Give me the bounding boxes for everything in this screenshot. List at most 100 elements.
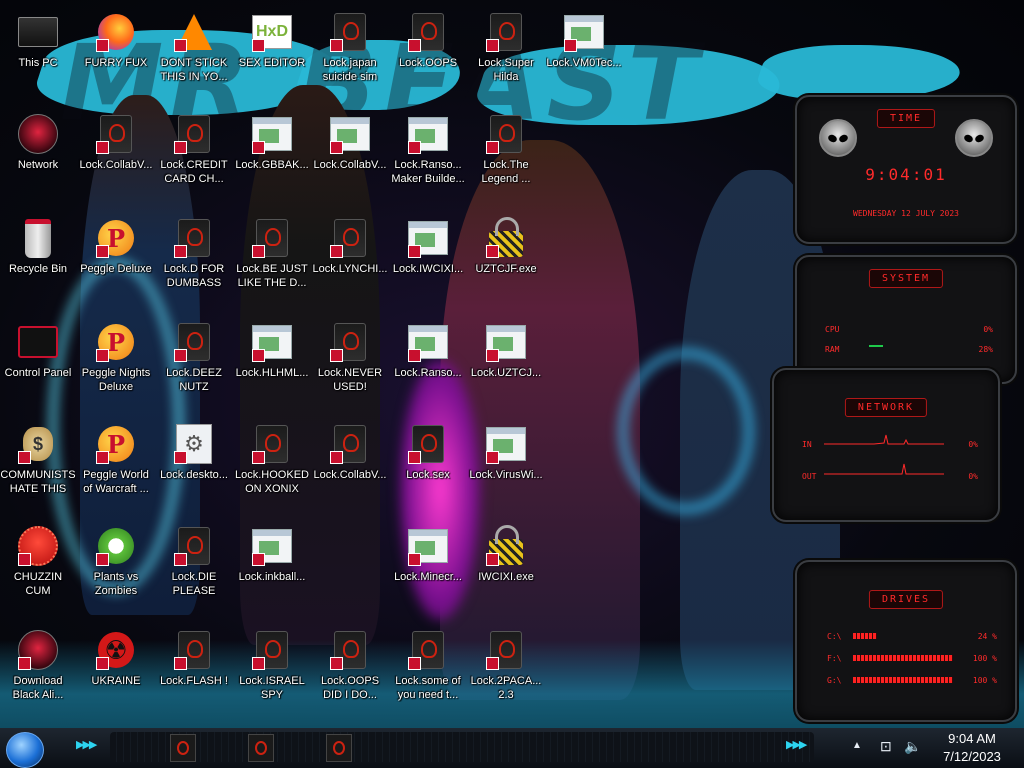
- desktop-icon[interactable]: Lock.NEVER USED!: [312, 314, 388, 414]
- shortcut-arrow-icon: [174, 451, 187, 464]
- desktop-icon[interactable]: ☢ UKRAINE: [78, 622, 154, 722]
- desktop-icon[interactable]: Lock.DIE PLEASE: [156, 518, 232, 618]
- shortcut-arrow-icon: [252, 349, 265, 362]
- desktop-icon[interactable]: Lock.The Legend ...: [468, 106, 544, 206]
- desktop-icon-label: Lock.OOPS: [398, 57, 458, 69]
- desktop-icon[interactable]: UZTCJF.exe: [468, 210, 544, 310]
- desktop-icon-label: Plants vs Zombies: [93, 571, 139, 597]
- cpu-label: CPU: [825, 325, 840, 334]
- padlock-icon: [486, 217, 526, 258]
- desktop-icon[interactable]: Lock.CREDIT CARD CH...: [156, 106, 232, 206]
- shortcut-arrow-icon: [252, 245, 265, 258]
- shortcut-arrow-icon: [330, 39, 343, 52]
- desktop-icon[interactable]: Download Black Ali...: [0, 622, 76, 722]
- desktop-icon[interactable]: Lock.VM0Tec...: [546, 4, 622, 104]
- lock-icon: [96, 114, 136, 154]
- desktop-icon[interactable]: Lock.inkball...: [234, 518, 310, 618]
- desktop-icon[interactable]: Lock.LYNCHI...: [312, 210, 388, 310]
- desktop-icon-label: SEX EDITOR: [238, 57, 306, 69]
- desktop-icon[interactable]: Lock.FLASH !: [156, 622, 232, 722]
- desktop-icon[interactable]: Lock.D FOR DUMBASS: [156, 210, 232, 310]
- desktop-icon[interactable]: Network: [0, 106, 76, 206]
- taskbar-app-lock[interactable]: [248, 734, 274, 762]
- desktop-icon-label: Peggle World of Warcraft ...: [83, 469, 149, 495]
- desktop-icon-label: DONT STICK THIS IN YO...: [160, 57, 228, 83]
- lock-icon: [408, 630, 448, 670]
- lock-icon: [174, 526, 214, 566]
- taskbar-app-lock[interactable]: [170, 734, 196, 762]
- lock-icon: [174, 322, 214, 362]
- desktop-icon[interactable]: Lock.CollabV...: [312, 416, 388, 516]
- desktop-icon[interactable]: Lock.some of you need t...: [390, 622, 466, 722]
- desktop-icon[interactable]: Lock.OOPS: [390, 4, 466, 104]
- volume-tray-icon[interactable]: 🔈: [904, 738, 921, 755]
- desktop-icon[interactable]: FURRY FUX: [78, 4, 154, 104]
- desktop-icon[interactable]: Control Panel: [0, 314, 76, 414]
- lock-icon: [174, 630, 214, 670]
- desktop-icon[interactable]: P Peggle Nights Deluxe: [78, 314, 154, 414]
- desktop-icon[interactable]: Lock.ISRAEL SPY: [234, 622, 310, 722]
- desktop-icon[interactable]: CHUZZIN CUM: [0, 518, 76, 618]
- pvz-icon: [96, 526, 136, 566]
- start-button[interactable]: [6, 732, 44, 768]
- desktop-icon-label: Lock.CollabV...: [313, 469, 387, 481]
- desktop-icon[interactable]: P Peggle World of Warcraft ...: [78, 416, 154, 516]
- drive-f-value: 100 %: [972, 654, 997, 663]
- desktop-icon[interactable]: P Peggle Deluxe: [78, 210, 154, 310]
- shortcut-arrow-icon: [96, 657, 109, 670]
- desktop-icon[interactable]: Lock.HLHML...: [234, 314, 310, 414]
- desktop-icon[interactable]: Lock.2PACA... 2.3: [468, 622, 544, 722]
- alien-logo-icon: [819, 119, 857, 157]
- desktop-icon[interactable]: ⚙ Lock.deskto...: [156, 416, 232, 516]
- desktop-icon[interactable]: Lock.CollabV...: [312, 106, 388, 206]
- desktop-icon[interactable]: Lock.GBBAK...: [234, 106, 310, 206]
- desktop-icon[interactable]: Lock.Super Hilda: [468, 4, 544, 104]
- shortcut-arrow-icon: [486, 141, 499, 154]
- shortcut-arrow-icon: [18, 553, 31, 566]
- desktop-icon-label: Recycle Bin: [8, 263, 68, 275]
- desktop-icon[interactable]: Lock.Minecr...: [390, 518, 466, 618]
- desktop-icon[interactable]: Lock.sex: [390, 416, 466, 516]
- desktop-icon[interactable]: Lock.HOOKED ON XONIX: [234, 416, 310, 516]
- taskbar-app-lock[interactable]: [326, 734, 352, 762]
- show-hidden-icons-icon[interactable]: ▲: [852, 740, 862, 751]
- desktop-icon-label: Lock.LYNCHI...: [312, 263, 388, 275]
- desktop-icon[interactable]: Lock.DEEZ NUTZ: [156, 314, 232, 414]
- chuzzle-icon: [18, 526, 58, 566]
- shortcut-arrow-icon: [408, 245, 421, 258]
- pc-icon: [18, 12, 58, 52]
- padlock-icon: [486, 525, 526, 566]
- desktop-icon-label: Lock.IWCIXI...: [392, 263, 464, 275]
- network-tray-icon[interactable]: ⊡: [880, 738, 892, 755]
- desktop-icon[interactable]: Lock.IWCIXI...: [390, 210, 466, 310]
- desktop-icon[interactable]: HxD SEX EDITOR: [234, 4, 310, 104]
- desktop-icon[interactable]: Lock.BE JUST LIKE THE D...: [234, 210, 310, 310]
- desktop-icon[interactable]: IWCIXI.exe: [468, 518, 544, 618]
- network-gadget[interactable]: NETWORK IN 0% OUT 0%: [772, 368, 1000, 522]
- shortcut-arrow-icon: [408, 657, 421, 670]
- drives-gadget[interactable]: DRIVES C:\ 24 % F:\ 100 % G:\ 100 %: [795, 560, 1017, 722]
- money-icon: $: [18, 424, 58, 464]
- desktop-icon-label: Lock.some of you need t...: [395, 675, 461, 701]
- desktop-icon[interactable]: Lock.OOPS DID I DO...: [312, 622, 388, 722]
- desktop-icon[interactable]: $ COMMUNISTS HATE THIS G...: [0, 416, 76, 516]
- desktop-icon[interactable]: Lock.japan suicide sim: [312, 4, 388, 104]
- taskbar-clock[interactable]: 9:04 AM 7/12/2023: [930, 730, 1014, 766]
- desktop-icon[interactable]: Lock.Ranso... Maker Builde...: [390, 106, 466, 206]
- desktop-icon[interactable]: Lock.UZTCJ...: [468, 314, 544, 414]
- time-gadget[interactable]: TIME 9:04:01 WEDNESDAY 12 JULY 2023: [795, 95, 1017, 244]
- desktop-icon-label: Lock.sex: [406, 469, 450, 481]
- shortcut-arrow-icon: [330, 349, 343, 362]
- desktop-icon[interactable]: This PC: [0, 4, 76, 104]
- desktop-icon[interactable]: Lock.CollabV...: [78, 106, 154, 206]
- desktop-icon[interactable]: Lock.VirusWi...: [468, 416, 544, 516]
- desktop-icon-label: CHUZZIN CUM: [13, 571, 63, 597]
- desktop-icon-label: Peggle Deluxe: [80, 263, 152, 275]
- desktop-icon[interactable]: Recycle Bin: [0, 210, 76, 310]
- desktop-icon[interactable]: DONT STICK THIS IN YO...: [156, 4, 232, 104]
- desktop-icon[interactable]: Lock.Ranso...: [390, 314, 466, 414]
- shortcut-arrow-icon: [96, 141, 109, 154]
- desktop-icon-label: Lock.OOPS DID I DO...: [320, 675, 380, 701]
- system-gadget[interactable]: SYSTEM CPU 0% RAM 28% 0%: [795, 255, 1017, 384]
- desktop-icon[interactable]: Plants vs Zombies: [78, 518, 154, 618]
